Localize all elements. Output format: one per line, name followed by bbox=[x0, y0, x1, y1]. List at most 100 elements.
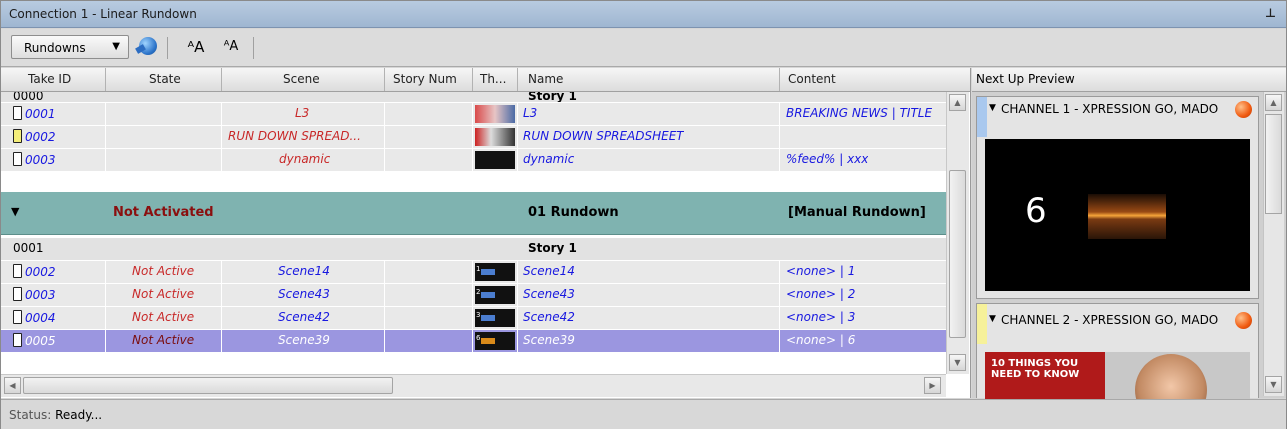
thumbnail-image: 6 bbox=[475, 332, 515, 350]
title-bar: Connection 1 - Linear Rundown ⊥ bbox=[1, 1, 1286, 28]
take-marker-icon bbox=[13, 310, 22, 324]
cell-separator bbox=[221, 103, 222, 125]
collapse-arrow-icon[interactable]: ▼ bbox=[11, 205, 19, 218]
table-row[interactable]: 0002 RUN DOWN SPREAD... RUN DOWN SPREADS… bbox=[1, 126, 946, 149]
scroll-down-icon[interactable]: ▼ bbox=[949, 354, 966, 371]
grid-vertical-scrollbar[interactable]: ▲ ▼ bbox=[946, 92, 969, 374]
column-separator[interactable] bbox=[384, 68, 385, 91]
table-row[interactable]: 0003 dynamic dynamic %feed% | xxx bbox=[1, 149, 946, 172]
scroll-thumb[interactable] bbox=[1265, 114, 1282, 214]
take-state: Not Active bbox=[132, 264, 195, 278]
cell-separator bbox=[384, 284, 385, 306]
thumb-graphic bbox=[481, 338, 495, 344]
cell-separator bbox=[384, 103, 385, 125]
channel-1-preview[interactable]: ▼ CHANNEL 1 - XPRESSION GO, MADO 6 bbox=[976, 96, 1259, 299]
take-content: <none> | 2 bbox=[786, 287, 856, 301]
rundowns-dropdown[interactable]: Rundowns ▼ bbox=[11, 35, 129, 59]
table-row[interactable]: 0003 Not Active Scene43 2 Scene43 <none>… bbox=[1, 284, 946, 307]
channel-header[interactable]: ▼ CHANNEL 2 - XPRESSION GO, MADO bbox=[977, 304, 1258, 344]
chevron-down-icon: ▼ bbox=[112, 41, 120, 52]
channel-status-icon bbox=[1235, 101, 1252, 118]
toolbar: Rundowns ▼ ᴬA ᴬA bbox=[1, 29, 1286, 67]
next-up-preview-panel: Next Up Preview ▼ CHANNEL 1 - XPRESSION … bbox=[972, 68, 1286, 412]
story-id: 0000 bbox=[13, 92, 44, 103]
window-title: Connection 1 - Linear Rundown bbox=[9, 7, 197, 21]
channel-2-preview[interactable]: ▼ CHANNEL 2 - XPRESSION GO, MADO 10 THIN… bbox=[976, 303, 1259, 412]
cell-separator bbox=[105, 261, 106, 283]
status-bar: Status: Ready... bbox=[1, 399, 1286, 429]
sunset-image bbox=[1088, 194, 1166, 239]
preview-vertical-scrollbar[interactable]: ▲ ▼ bbox=[1263, 92, 1284, 396]
status-label: Status: bbox=[9, 408, 52, 422]
scroll-up-icon[interactable]: ▲ bbox=[949, 94, 966, 111]
connect-globe-icon[interactable] bbox=[139, 37, 157, 55]
scroll-down-icon[interactable]: ▼ bbox=[1265, 376, 1282, 393]
table-row[interactable]: 0002 Not Active Scene14 1 Scene14 <none>… bbox=[1, 261, 946, 284]
take-id-text: 0003 bbox=[25, 288, 56, 302]
preview-title: Next Up Preview bbox=[976, 72, 1075, 86]
take-marker-icon bbox=[13, 333, 22, 347]
table-row[interactable]: 0004 Not Active Scene42 3 Scene42 <none>… bbox=[1, 307, 946, 330]
story-name: Story 1 bbox=[528, 92, 577, 103]
column-take-id[interactable]: Take ID bbox=[28, 72, 71, 86]
column-content[interactable]: Content bbox=[788, 72, 836, 86]
column-separator[interactable] bbox=[517, 68, 518, 91]
rundown-grid: Take ID State Scene Story Num Th... Name… bbox=[1, 68, 971, 398]
column-name[interactable]: Name bbox=[528, 72, 563, 86]
story-row[interactable]: 0000 Story 1 bbox=[1, 92, 946, 103]
take-id: 0002 bbox=[13, 264, 56, 279]
take-id-text: 0001 bbox=[25, 107, 56, 121]
font-decrease-icon[interactable]: ᴬA bbox=[220, 37, 242, 57]
column-story-num[interactable]: Story Num bbox=[393, 72, 457, 86]
column-separator[interactable] bbox=[221, 68, 222, 91]
collapse-arrow-icon[interactable]: ▼ bbox=[989, 103, 996, 113]
take-marker-icon bbox=[13, 287, 22, 301]
cell-separator bbox=[221, 330, 222, 352]
scroll-thumb[interactable] bbox=[23, 377, 393, 394]
take-state: Not Active bbox=[132, 287, 195, 301]
take-id-text: 0005 bbox=[25, 334, 56, 348]
thumb-number: 1 bbox=[476, 265, 481, 273]
column-separator[interactable] bbox=[472, 68, 473, 91]
take-scene: Scene39 bbox=[278, 333, 330, 347]
thumbnail-image bbox=[475, 151, 515, 169]
column-separator[interactable] bbox=[105, 68, 106, 91]
column-state[interactable]: State bbox=[149, 72, 181, 86]
table-row-selected[interactable]: 0005 Not Active Scene39 6 Scene39 <none>… bbox=[1, 330, 946, 353]
channel-name: CHANNEL 2 - XPRESSION GO, MADO bbox=[1001, 313, 1219, 327]
grid-header: Take ID State Scene Story Num Th... Name… bbox=[1, 68, 970, 92]
channel-header[interactable]: ▼ CHANNEL 1 - XPRESSION GO, MADO bbox=[977, 97, 1258, 137]
group-state: Not Activated bbox=[113, 205, 214, 220]
cell-separator bbox=[105, 284, 106, 306]
grid-horizontal-scrollbar[interactable]: ◀ ▶ bbox=[1, 374, 946, 397]
take-scene: RUN DOWN SPREAD... bbox=[228, 129, 361, 143]
column-separator[interactable] bbox=[779, 68, 780, 91]
channel-tab bbox=[977, 304, 987, 344]
scroll-left-icon[interactable]: ◀ bbox=[4, 377, 21, 394]
take-name: RUN DOWN SPREADSHEET bbox=[523, 129, 684, 143]
take-id: 0004 bbox=[13, 310, 56, 325]
font-increase-icon[interactable]: ᴬA bbox=[185, 37, 207, 57]
scroll-right-icon[interactable]: ▶ bbox=[924, 377, 941, 394]
thumb-number: 2 bbox=[476, 288, 481, 296]
take-name: Scene39 bbox=[523, 333, 575, 347]
scroll-thumb[interactable] bbox=[949, 170, 966, 338]
table-row[interactable]: 0001 L3 L3 BREAKING NEWS | TITLE bbox=[1, 103, 946, 126]
cell-separator bbox=[779, 103, 780, 125]
take-marker-icon bbox=[13, 264, 22, 278]
story-row[interactable]: 0001 Story 1 bbox=[1, 238, 946, 261]
column-thumbnail[interactable]: Th... bbox=[480, 72, 506, 86]
collapse-arrow-icon[interactable]: ▼ bbox=[989, 314, 996, 324]
scroll-up-icon[interactable]: ▲ bbox=[1265, 94, 1282, 111]
story-id: 0001 bbox=[13, 241, 44, 255]
rundown-group-row[interactable]: ▼ Not Activated 01 Rundown [Manual Rundo… bbox=[1, 192, 946, 235]
cell-separator bbox=[221, 284, 222, 306]
cell-separator bbox=[105, 103, 106, 125]
column-scene[interactable]: Scene bbox=[283, 72, 320, 86]
take-state: Not Active bbox=[132, 310, 195, 324]
pin-icon[interactable]: ⊥ bbox=[1265, 6, 1276, 20]
cell-separator bbox=[779, 149, 780, 171]
banner-text: 10 THINGS YOU NEED TO KNOW bbox=[991, 358, 1080, 380]
take-content: <none> | 1 bbox=[786, 264, 856, 278]
take-id: 0001 bbox=[13, 106, 56, 121]
